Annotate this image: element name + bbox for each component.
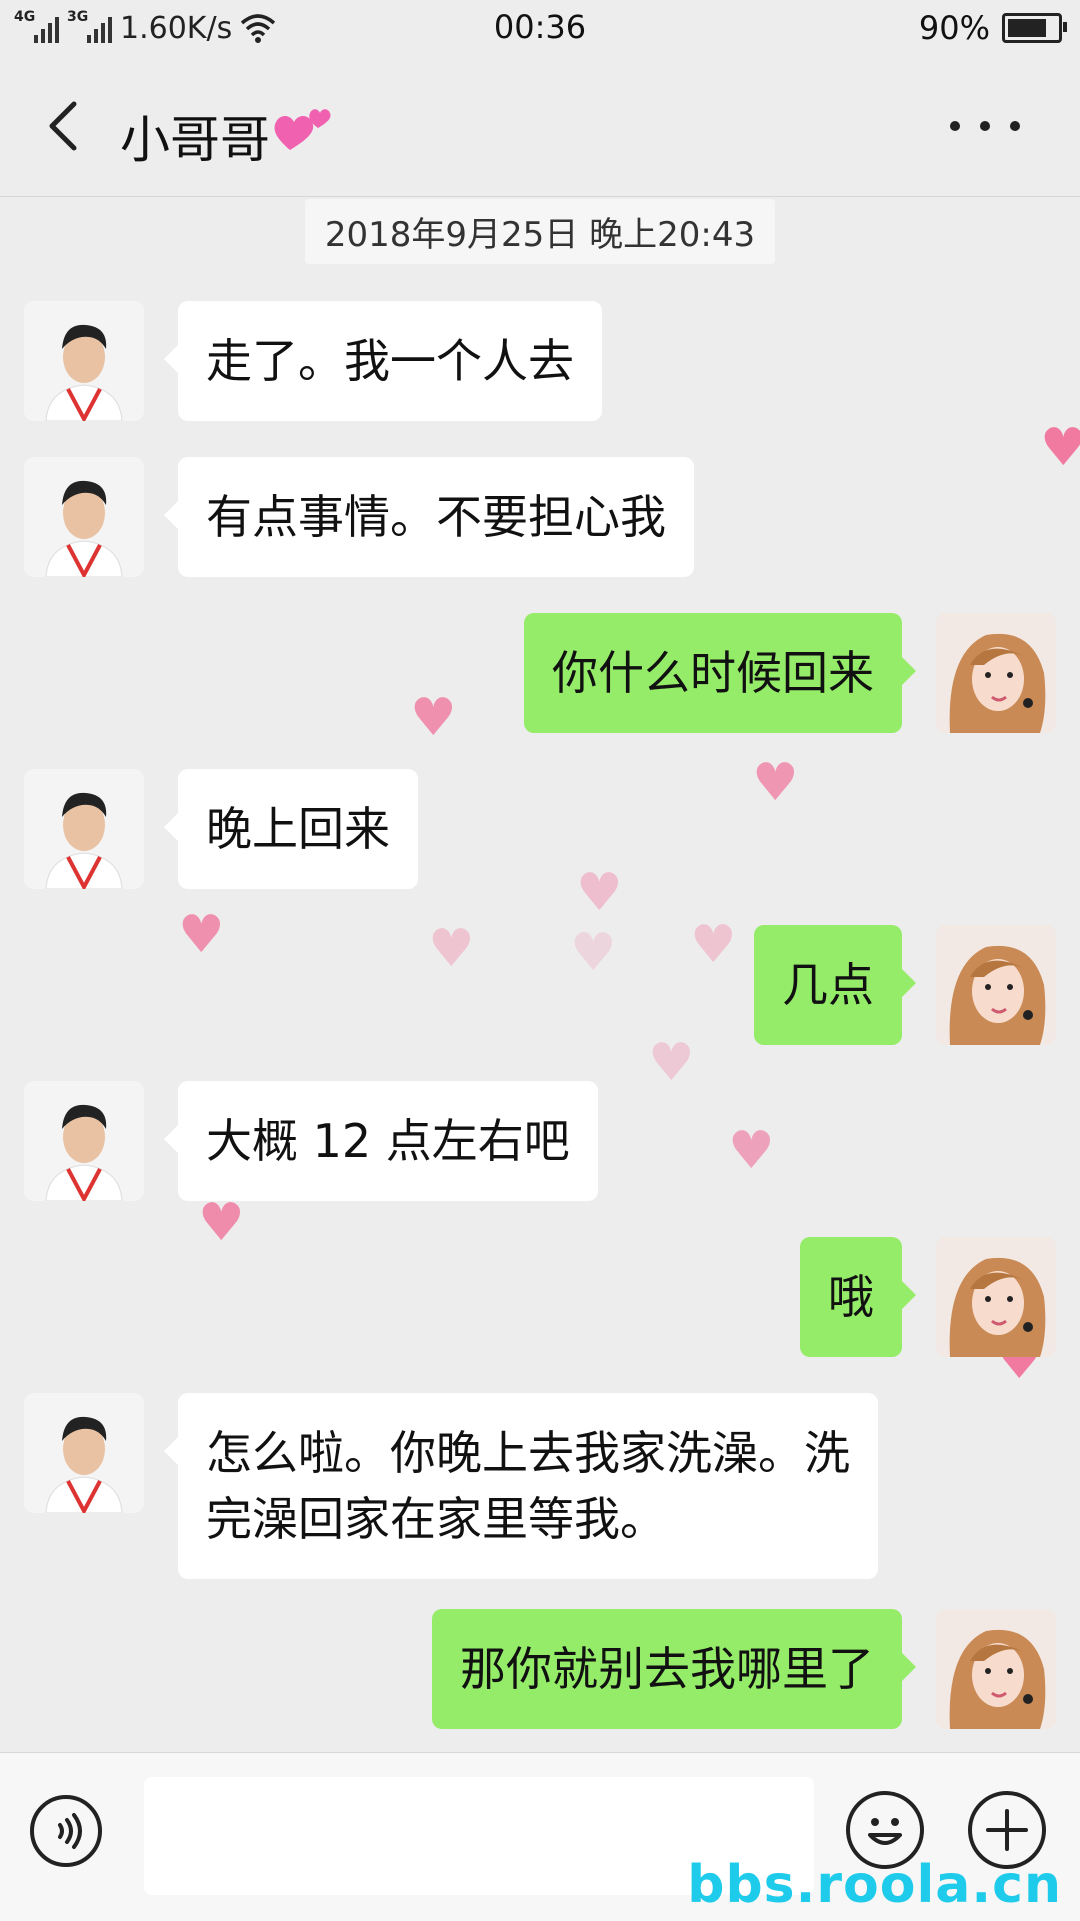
heart-decoration: ♥ xyxy=(570,923,617,983)
heart-decoration: ♥ xyxy=(198,1193,245,1253)
timestamp-label: 2018年9月25日 晚上20:43 xyxy=(304,199,776,264)
heart-decoration: ♥ xyxy=(576,863,623,923)
message-bubble[interactable]: 大概 12 点左右吧 xyxy=(164,1081,598,1201)
pink-hearts-icon xyxy=(274,109,331,150)
chat-title: 小哥哥 xyxy=(120,100,336,172)
contact-avatar[interactable] xyxy=(24,457,144,577)
heart-decoration: ♥ xyxy=(728,1121,775,1181)
contact-avatar[interactable] xyxy=(24,301,144,421)
message-bubble[interactable]: 几点 xyxy=(754,925,916,1045)
chat-area[interactable]: ♥ ♥ ♥ ♥ ♥ ♥ ♥ ♥ ♥ ♥ ♥ ♥ ♥ ♥ 2018年9月25日 晚… xyxy=(0,197,1080,1752)
heart-decoration: ♥ xyxy=(690,915,737,975)
heart-decoration: ♥ xyxy=(648,1033,695,1093)
heart-decoration: ♥ xyxy=(428,919,475,979)
contact-avatar[interactable] xyxy=(24,1081,144,1201)
heart-decoration: ♥ xyxy=(1040,418,1080,478)
battery-fill xyxy=(1008,19,1046,37)
battery-icon xyxy=(1002,13,1067,43)
watermark: bbs.roola.cn xyxy=(687,1855,1062,1915)
input-bar: bbs.roola.cn xyxy=(0,1752,1080,1921)
heart-decoration: ♥ xyxy=(178,905,225,965)
user-avatar[interactable] xyxy=(936,1609,1056,1729)
contact-name: 小哥哥 xyxy=(120,111,270,169)
contact-avatar[interactable] xyxy=(24,769,144,889)
message-bubble[interactable]: 有点事情。不要担心我 xyxy=(164,457,694,577)
timestamp-divider: 2018年9月25日 晚上20:43 xyxy=(0,199,1080,264)
message-bubble[interactable]: 哦 xyxy=(800,1237,916,1357)
heart-decoration: ♥ xyxy=(752,753,799,813)
heart-decoration: ♥ xyxy=(410,688,457,748)
status-bar: 4G 3G 1.60K/s 00:36 90% xyxy=(0,0,1080,56)
chevron-left-icon[interactable] xyxy=(38,96,98,156)
user-avatar[interactable] xyxy=(936,613,1056,733)
user-avatar[interactable] xyxy=(936,1237,1056,1357)
message-bubble[interactable]: 走了。我一个人去 xyxy=(164,301,602,421)
voice-icon[interactable] xyxy=(30,1795,102,1867)
message-bubble[interactable]: 怎么啦。你晚上去我家洗澡。洗 完澡回家在家里等我。 xyxy=(164,1393,878,1579)
chat-header: 小哥哥 xyxy=(0,56,1080,197)
contact-avatar[interactable] xyxy=(24,1393,144,1513)
battery-percent: 90% xyxy=(918,9,990,47)
message-bubble[interactable]: 你什么时候回来 xyxy=(524,613,916,733)
message-bubble[interactable]: 那你就别去我哪里了 xyxy=(432,1609,916,1729)
message-bubble[interactable]: 晚上回来 xyxy=(164,769,418,889)
status-right: 90% xyxy=(918,6,1067,50)
more-options-button[interactable] xyxy=(950,116,1020,136)
user-avatar[interactable] xyxy=(936,925,1056,1045)
